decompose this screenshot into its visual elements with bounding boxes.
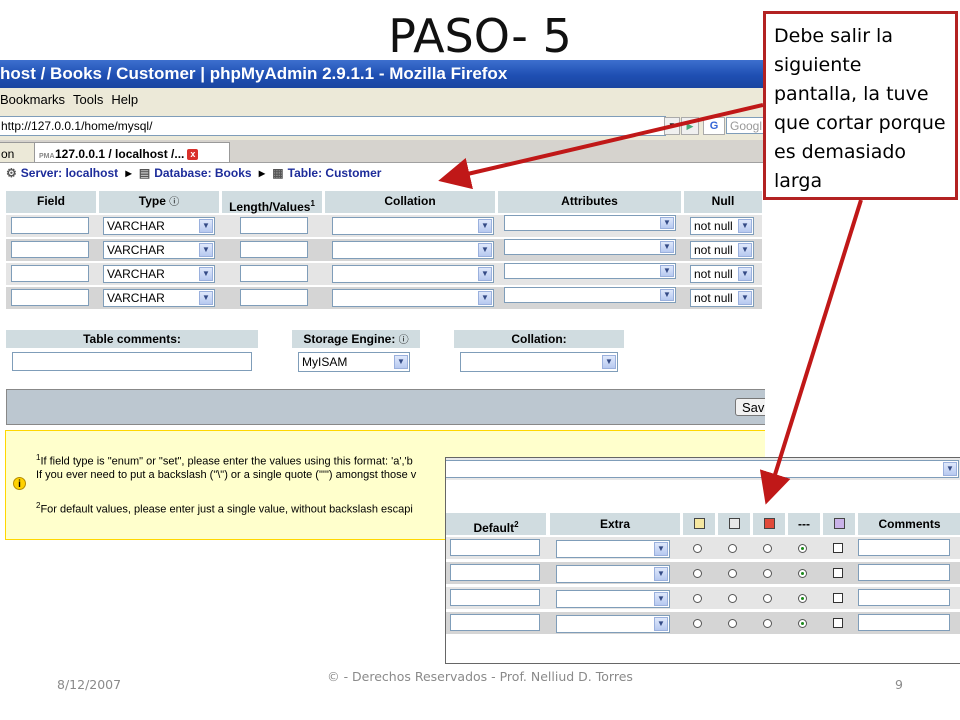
footer-copyright: © - Derechos Reservados - Prof. Nelliud … [327,669,633,684]
page-number: 9 [895,677,903,692]
callout-arrows [438,103,863,505]
footer-date: 8/12/2007 [57,677,122,692]
arrow-to-continuation [759,199,863,505]
arrow-to-breadcrumb [438,103,764,190]
